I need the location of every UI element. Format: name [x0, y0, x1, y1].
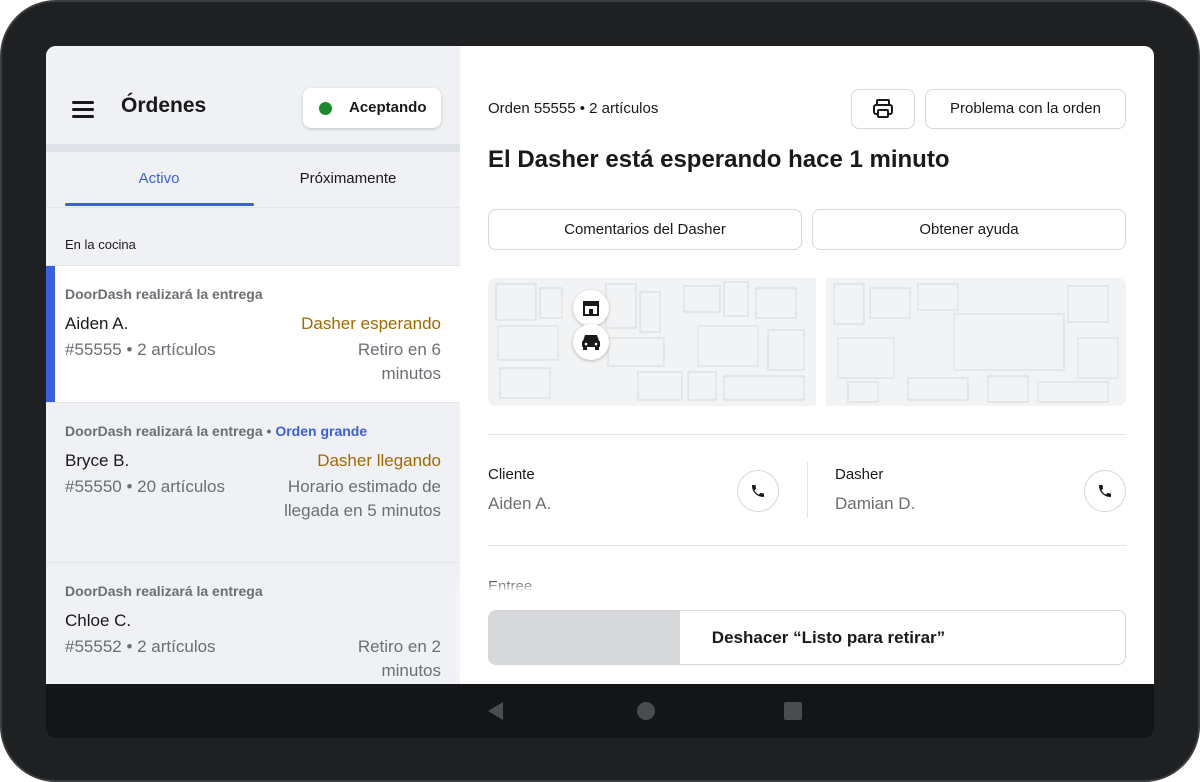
- status-dot-icon: [319, 102, 332, 115]
- order-card[interactable]: DoorDash realizará la entrega Aiden A. #…: [46, 265, 460, 402]
- order-problem-button[interactable]: Problema con la orden: [925, 89, 1126, 129]
- dasher-feedback-button[interactable]: Comentarios del Dasher: [488, 209, 802, 250]
- header-divider: [46, 144, 460, 152]
- undo-progress-bar: [489, 611, 680, 664]
- order-eta: Retiro en 6 minutos: [357, 340, 441, 383]
- call-dasher-button[interactable]: [1084, 470, 1126, 512]
- accepting-label: Aceptando: [349, 99, 427, 116]
- undo-ready-label: Deshacer “Listo para retirar”: [711, 628, 946, 647]
- home-icon[interactable]: [637, 702, 655, 720]
- order-status: Dasher esperando: [301, 314, 441, 333]
- order-customer-name: Aiden A.: [65, 314, 129, 333]
- orders-sidebar: Órdenes Aceptando Activo Próximamente En…: [46, 46, 460, 684]
- order-tabs: Activo Próximamente: [46, 152, 460, 208]
- recents-icon[interactable]: [784, 702, 802, 720]
- active-tab-indicator: [65, 203, 254, 206]
- large-order-badge: Orden grande: [275, 423, 368, 439]
- page-title: El Dasher está esperando hace 1 minuto: [488, 146, 950, 173]
- order-delivery-header: DoorDash realizará la entrega: [65, 286, 263, 302]
- order-eta: Retiro en 2 minutos: [357, 637, 441, 680]
- order-status: Dasher llegando: [317, 451, 441, 470]
- customer-label: Cliente: [488, 466, 535, 483]
- order-card[interactable]: DoorDash realizará la entrega • Orden gr…: [46, 402, 460, 562]
- dasher-pin: [573, 324, 609, 360]
- system-nav-bar: [46, 684, 1154, 738]
- section-divider: [488, 545, 1126, 546]
- get-help-button[interactable]: Obtener ayuda: [812, 209, 1126, 250]
- order-detail-panel: Orden 55555 • 2 artículos Problema con l…: [460, 46, 1154, 684]
- order-delivery-text: DoorDash realizará la entrega: [65, 423, 263, 439]
- order-customer-name: Bryce B.: [65, 451, 130, 470]
- printer-icon: [873, 99, 893, 118]
- delivery-map[interactable]: [488, 278, 1126, 406]
- order-eta: Horario estimado de llegada en 5 minutos: [284, 477, 441, 520]
- tab-upcoming[interactable]: Próximamente: [254, 170, 442, 187]
- back-icon[interactable]: [488, 702, 503, 720]
- print-button[interactable]: [851, 89, 915, 129]
- phone-icon: [752, 485, 764, 497]
- store-icon: [583, 301, 599, 316]
- order-customer-name: Chloe C.: [65, 611, 132, 630]
- order-number: #55555 • 2 artículos: [65, 340, 216, 359]
- order-number: #55552 • 2 artículos: [65, 637, 216, 656]
- contact-separator: [807, 462, 808, 518]
- menu-icon[interactable]: [72, 101, 94, 118]
- call-customer-button[interactable]: [737, 470, 779, 512]
- order-delivery-header: DoorDash realizará la entrega • Orden gr…: [65, 423, 368, 439]
- order-reference: Orden 55555 • 2 artículos: [488, 100, 659, 117]
- section-label-kitchen: En la cocina: [65, 237, 136, 252]
- dasher-name: Damian D.: [835, 494, 916, 513]
- app-screen: Órdenes Aceptando Activo Próximamente En…: [46, 46, 1154, 684]
- dasher-label: Dasher: [835, 466, 884, 483]
- car-icon: [582, 335, 600, 350]
- order-delivery-header: DoorDash realizará la entrega: [65, 583, 263, 599]
- tab-active[interactable]: Activo: [65, 170, 253, 187]
- sidebar-title: Órdenes: [121, 94, 207, 117]
- customer-name: Aiden A.: [488, 494, 552, 513]
- phone-icon: [1099, 485, 1111, 497]
- order-number: #55550 • 20 artículos: [65, 477, 226, 496]
- store-pin: [573, 290, 609, 326]
- accepting-orders-toggle[interactable]: Aceptando: [303, 88, 441, 128]
- undo-ready-button[interactable]: Deshacer “Listo para retirar”: [488, 610, 1126, 665]
- order-card[interactable]: DoorDash realizará la entrega Chloe C. #…: [46, 562, 460, 684]
- section-divider: [488, 434, 1126, 435]
